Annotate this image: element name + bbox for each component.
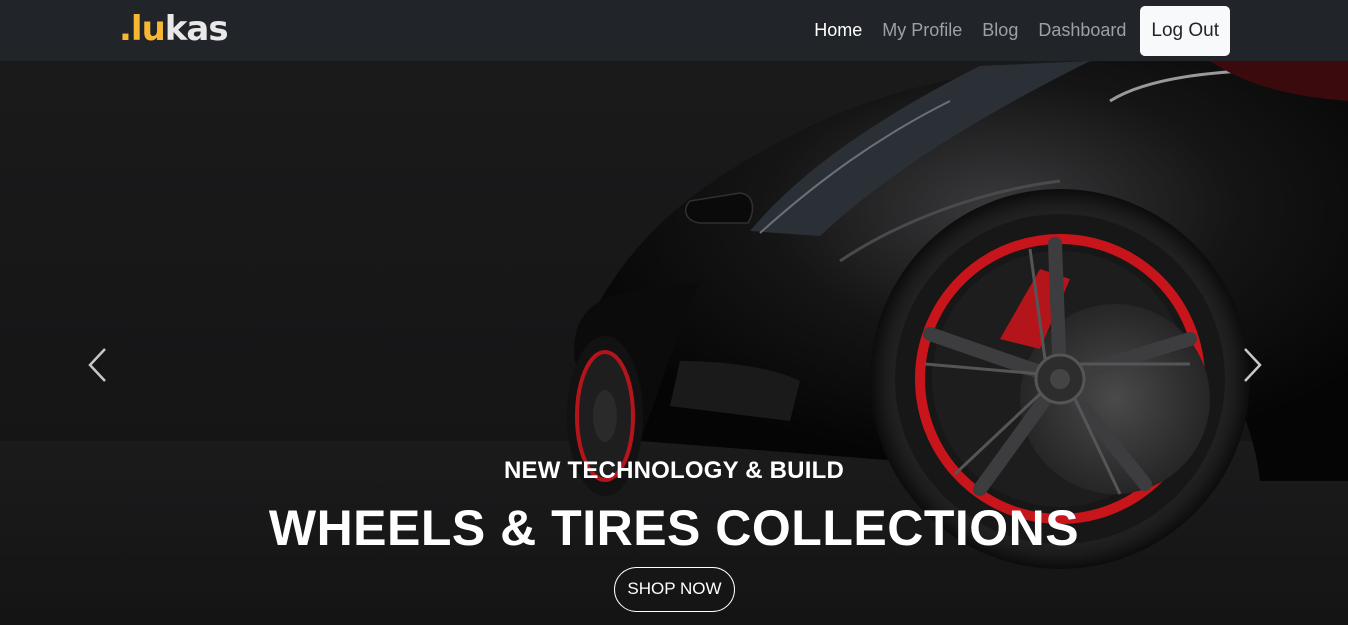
brand-logo-accent: .lu [119,9,166,49]
logout-button[interactable]: Log Out [1140,5,1230,56]
chevron-right-icon [1244,348,1262,382]
brand-logo[interactable]: .lukas [119,9,229,49]
brand-logo-text: kas [164,9,229,49]
shop-now-button[interactable]: SHOP NOW [614,567,735,612]
hero-carousel: NEW TECHNOLOGY & BUILD WHEELS & TIRES CO… [0,61,1348,625]
carousel-next-button[interactable] [1240,347,1264,383]
hero-subtitle: NEW TECHNOLOGY & BUILD [504,457,844,484]
chevron-left-icon [88,348,106,382]
nav-link-blog[interactable]: Blog [982,20,1018,41]
nav-link-my-profile[interactable]: My Profile [882,20,962,41]
nav-link-home[interactable]: Home [814,20,862,41]
nav-link-dashboard[interactable]: Dashboard [1038,20,1126,41]
carousel-prev-button[interactable] [86,347,110,383]
hero-title: WHEELS & TIRES COLLECTIONS [268,500,1080,556]
nav-menu: Home My Profile Blog Dashboard Log Out [794,0,1230,61]
navbar: .lukas Home My Profile Blog Dashboard Lo… [0,0,1348,61]
